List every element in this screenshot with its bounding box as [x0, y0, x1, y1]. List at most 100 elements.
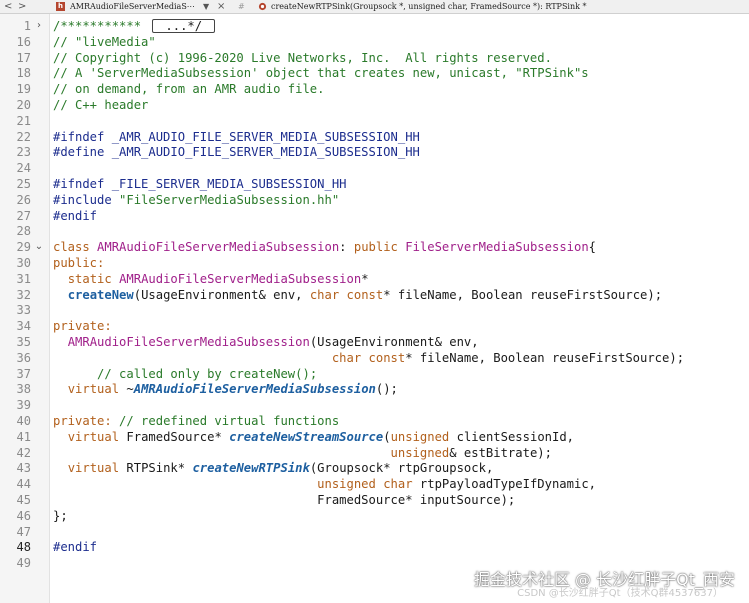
code-line[interactable]: virtual ~AMRAudioFileServerMediaSubsessi… — [53, 381, 398, 397]
code-token: createNew — [67, 287, 134, 302]
code-line[interactable]: #define _AMR_AUDIO_FILE_SERVER_MEDIA_SUB… — [53, 144, 420, 160]
code-line[interactable]: public: — [53, 255, 104, 271]
code-token: rtpPayloadTypeIfDynamic, — [419, 477, 596, 492]
code-line[interactable]: #ifndef _FILE_SERVER_MEDIA_SUBSESSION_HH — [53, 176, 347, 192]
line-number: 19 — [16, 82, 31, 97]
code-token: #endif — [53, 208, 98, 223]
code-token: char const — [309, 287, 384, 302]
code-token: #ifndef _FILE_SERVER_MEDIA_SUBSESSION_HH — [53, 177, 347, 191]
code-token: (); — [375, 382, 398, 397]
code-line[interactable]: virtual FramedSource* createNewStreamSou… — [53, 429, 574, 445]
line-number: 1 — [23, 19, 31, 33]
code-token: // called only by createNew(); — [97, 366, 318, 381]
forward-arrow-icon[interactable]: > — [18, 0, 26, 13]
line-number: 24 — [16, 161, 31, 176]
code-token: private: — [53, 414, 120, 428]
code-token: createNewRTPSink — [192, 461, 310, 476]
line-number: 21 — [16, 113, 31, 128]
header-file-icon: h — [56, 2, 65, 11]
code-line[interactable]: // Copyright (c) 1996-2020 Live Networks… — [53, 50, 552, 66]
code-line[interactable]: }; — [53, 508, 68, 524]
function-symbol-icon — [258, 2, 267, 11]
code-line[interactable]: private: // redefined virtual functions — [53, 413, 339, 429]
close-file-icon[interactable]: × — [217, 0, 225, 13]
code-token: // on demand, from an AMR audio file. — [53, 82, 325, 97]
line-number: 42 — [16, 445, 31, 460]
code-line[interactable]: // A 'ServerMediaSubsession' object that… — [53, 65, 589, 81]
line-number: 16 — [16, 34, 31, 49]
line-number: 17 — [16, 50, 31, 65]
code-token: "FileServerMediaSubsession.hh" — [119, 192, 340, 207]
code-line[interactable]: #endif — [53, 208, 97, 224]
code-token: // redefined virtual functions — [119, 414, 340, 428]
back-arrow-icon[interactable]: < — [4, 0, 12, 13]
code-token: AMRAudioFileServerMediaSubsession — [133, 382, 376, 397]
code-token: RTPSink* — [126, 461, 193, 476]
code-token: public: — [53, 256, 105, 270]
fold-toggle-icon[interactable]: › — [34, 18, 44, 34]
code-token: // "liveMedia" — [53, 34, 156, 49]
line-number: 31 — [16, 271, 31, 286]
line-number: 36 — [16, 350, 31, 365]
code-token: * fileName, Boolean reuseFirstSource); — [383, 287, 663, 302]
code-line[interactable]: #include "FileServerMediaSubsession.hh" — [53, 192, 339, 208]
code-line[interactable]: virtual RTPSink* createNewRTPSink(Groups… — [53, 460, 494, 476]
code-line[interactable]: #ifndef _AMR_AUDIO_FILE_SERVER_MEDIA_SUB… — [53, 129, 420, 145]
code-line[interactable]: unsigned char rtpPayloadTypeIfDynamic, — [53, 476, 596, 492]
code-line[interactable]: // C++ header — [53, 97, 148, 113]
code-token: { — [588, 240, 597, 255]
code-token: }; — [53, 508, 68, 523]
file-selector[interactable]: AMRAudioFileServerMediaS⋯ — [70, 0, 195, 13]
code-token: // Copyright (c) 1996-2020 Live Networks… — [53, 50, 552, 65]
line-number: 47 — [16, 524, 31, 539]
line-number: 39 — [16, 398, 31, 413]
line-number: 33 — [16, 303, 31, 318]
code-token: AMRAudioFileServerMediaSubsession — [97, 240, 340, 255]
line-number: 49 — [16, 556, 31, 571]
function-selector[interactable]: createNewRTPSink(Groupsock *, unsigned c… — [271, 0, 587, 13]
code-line[interactable]: AMRAudioFileServerMediaSubsession(UsageE… — [53, 334, 479, 350]
code-line[interactable]: static AMRAudioFileServerMediaSubsession… — [53, 271, 369, 287]
code-line[interactable]: createNew(UsageEnvironment& env, char co… — [53, 287, 662, 303]
code-line[interactable]: FramedSource* inputSource); — [53, 492, 515, 508]
folded-comment-box[interactable]: ...*/ — [152, 19, 216, 33]
code-token: * — [361, 271, 369, 286]
code-token: #ifndef _AMR_AUDIO_FILE_SERVER_MEDIA_SUB… — [53, 129, 420, 144]
line-number: 48 — [16, 540, 31, 555]
code-line[interactable]: // "liveMedia" — [53, 34, 156, 50]
fold-toggle-icon[interactable]: ⌄ — [34, 239, 44, 255]
code-token: clientSessionId, — [456, 429, 575, 444]
line-number: 27 — [16, 208, 31, 223]
line-number: 32 — [16, 287, 31, 302]
code-token: ( — [383, 429, 391, 444]
line-number: 45 — [16, 493, 31, 507]
code-token: virtual — [67, 382, 127, 397]
code-token: createNewStreamSource — [229, 429, 384, 444]
line-number: 41 — [16, 429, 31, 444]
code-line[interactable]: class AMRAudioFileServerMediaSubsession:… — [53, 239, 596, 255]
code-line[interactable]: #endif — [53, 539, 97, 555]
code-token: FramedSource* inputSource); — [53, 493, 516, 507]
code-token: /*********** — [53, 19, 149, 33]
code-line[interactable]: char const* fileName, Boolean reuseFirst… — [53, 350, 684, 366]
code-line[interactable]: /*********** ...*/ — [53, 18, 216, 34]
line-number: 20 — [16, 98, 31, 112]
code-token: & estBitrate); — [449, 445, 552, 460]
code-line[interactable]: private: — [53, 318, 112, 334]
code-token: public — [353, 240, 406, 255]
code-token: * fileName, Boolean reuseFirstSource); — [405, 350, 685, 365]
code-token: unsigned — [390, 429, 457, 444]
code-token: (Groupsock* rtpGroupsock, — [309, 461, 494, 476]
code-token: FileServerMediaSubsession — [405, 240, 589, 255]
code-line[interactable]: // on demand, from an AMR audio file. — [53, 81, 325, 97]
code-line[interactable]: unsigned& estBitrate); — [53, 445, 552, 461]
file-dropdown-icon[interactable]: ▼ — [203, 0, 209, 13]
code-line[interactable]: // called only by createNew(); — [53, 366, 317, 382]
line-number: 40 — [16, 414, 31, 428]
code-token: unsigned char — [317, 477, 420, 492]
